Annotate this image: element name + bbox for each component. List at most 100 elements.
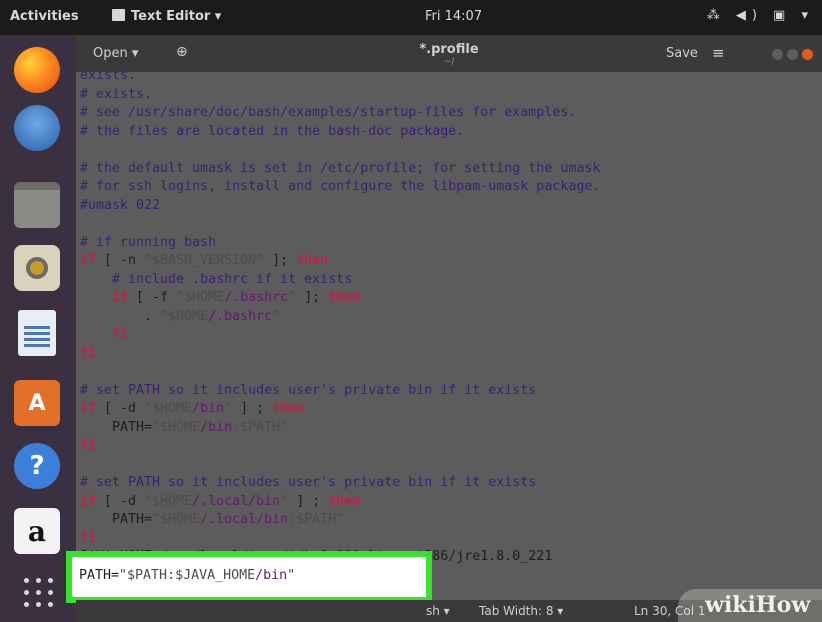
code-token: # see /usr/share/doc/bash/examples/start…	[80, 105, 577, 120]
code-token: then	[272, 401, 305, 416]
code-line[interactable]: # if running bash	[80, 234, 216, 252]
watermark-text: wikiHow	[705, 592, 811, 618]
code-token: "	[280, 493, 289, 509]
code-token: then	[296, 253, 329, 268]
code-line[interactable]: # the default umask is set in /etc/profi…	[80, 160, 600, 178]
code-line[interactable]: # see /usr/share/doc/bash/examples/start…	[80, 104, 576, 122]
watermark: wikiHow	[678, 589, 822, 622]
code-token: /.local/bin	[192, 493, 281, 509]
code-token: [ -f	[128, 290, 177, 305]
code-line[interactable]: # for ssh logins, install and configure …	[80, 178, 600, 196]
code-line[interactable]: # set PATH so it includes user's private…	[80, 474, 536, 492]
code-line[interactable]: fi	[80, 530, 96, 548]
language-selector[interactable]: sh ▾	[426, 604, 450, 618]
code-line[interactable]: if [ -d "$HOME/bin" ] ; then	[80, 400, 304, 418]
code-token: :$PATH"	[232, 419, 289, 435]
code-token: # set PATH so it includes user's private…	[80, 382, 537, 398]
thunderbird-icon[interactable]	[14, 105, 60, 151]
code-token: .	[80, 308, 161, 324]
code-token: # the default umask is set in /etc/profi…	[80, 160, 601, 176]
highlighted-line-box: PATH="$PATH:$JAVA_HOME/bin"	[66, 551, 432, 603]
code-line[interactable]: if [ -n "$BASH_VERSION" ]; then	[80, 252, 328, 270]
text-editor-icon	[112, 9, 125, 21]
code-line[interactable]: #umask 022	[80, 197, 160, 215]
app-menu[interactable]: Text Editor ▾	[112, 9, 221, 24]
code-token: /.bashrc	[224, 290, 289, 305]
close-button[interactable]	[802, 49, 813, 60]
code-token: fi	[80, 438, 97, 453]
rhythmbox-icon[interactable]	[14, 245, 60, 291]
code-token: /.bashrc	[208, 308, 273, 324]
code-line[interactable]: exists.	[80, 72, 136, 85]
code-token: "$PATH:$JAVA_HOME	[119, 568, 256, 583]
code-line[interactable]: fi	[80, 345, 96, 363]
code-line[interactable]: if [ -d "$HOME/.local/bin" ] ; then	[80, 493, 360, 511]
code-token: "	[272, 308, 281, 324]
editor-header: Open ▾ ⊕ *.profile ~/ Save ≡	[76, 35, 822, 72]
code-token: # exists.	[80, 86, 153, 102]
tab-width-selector[interactable]: Tab Width: 8 ▾	[479, 604, 563, 618]
code-token: "	[224, 401, 233, 416]
code-token: :$PATH"	[288, 512, 345, 527]
code-token: /.local/bin	[200, 512, 289, 527]
code-token: "$HOME	[152, 512, 201, 527]
code-line[interactable]: fi	[80, 326, 128, 344]
code-token: PATH=	[80, 419, 153, 435]
system-tray[interactable]: ⁂ ◀) ▣ ▾	[707, 8, 814, 23]
code-line[interactable]: if [ -f "$HOME/.bashrc" ]; then	[80, 289, 360, 307]
code-token: if	[80, 253, 97, 268]
code-line[interactable]: # exists.	[80, 86, 152, 104]
code-token: ] ;	[232, 401, 273, 416]
code-token: /bin	[192, 401, 225, 416]
code-line[interactable]: # include .bashrc if it exists	[80, 271, 352, 289]
code-token: # the files are located in the bash-doc …	[80, 123, 465, 139]
writer-icon[interactable]	[18, 310, 56, 356]
code-line-highlighted[interactable]: PATH="$PATH:$JAVA_HOME/bin"	[79, 567, 295, 585]
code-token: #umask 022	[80, 197, 161, 213]
save-button[interactable]: Save	[666, 46, 698, 61]
text-area[interactable]: exists. # exists. # see /usr/share/doc/bas…	[76, 72, 822, 600]
minimize-button[interactable]	[772, 49, 783, 60]
code-token: fi	[80, 345, 97, 361]
clock[interactable]: Fri 14:07	[425, 9, 482, 24]
code-token: ] ;	[288, 493, 329, 509]
firefox-icon[interactable]	[14, 47, 60, 93]
top-bar: Activities Text Editor ▾ Fri 14:07 ⁂ ◀) …	[0, 0, 822, 35]
code-token: PATH=	[79, 568, 120, 583]
maximize-button[interactable]	[787, 49, 798, 60]
code-token: "$HOME	[160, 308, 209, 324]
show-applications-icon[interactable]	[24, 578, 54, 608]
activities-button[interactable]: Activities	[10, 9, 79, 24]
amazon-icon[interactable]: a	[14, 508, 60, 554]
code-line[interactable]: PATH="$HOME/bin:$PATH"	[80, 419, 288, 437]
code-token: [ -d	[96, 493, 145, 509]
code-line[interactable]: . "$HOME/.bashrc"	[80, 308, 280, 326]
dock: A ? a	[0, 35, 76, 622]
document-title: *.profile	[419, 42, 479, 57]
code-token: # if running bash	[80, 234, 217, 250]
software-center-icon[interactable]: A	[14, 380, 60, 426]
hamburger-menu-icon[interactable]: ≡	[712, 44, 725, 62]
code-token: [ -d	[96, 401, 145, 416]
code-token: /bin	[255, 568, 288, 583]
code-token: /bin	[200, 419, 233, 435]
document-path: ~/	[443, 57, 455, 67]
code-token: "$HOME	[152, 419, 201, 435]
code-token: exists.	[80, 72, 137, 83]
code-line[interactable]: PATH="$HOME/.local/bin:$PATH"	[80, 511, 344, 529]
code-line[interactable]: # the files are located in the bash-doc …	[80, 123, 464, 141]
files-icon[interactable]	[14, 182, 60, 228]
code-token: "$HOME	[176, 290, 225, 305]
code-token: "$HOME	[144, 493, 193, 509]
code-token: [ -n	[96, 253, 145, 268]
code-token: "	[288, 290, 297, 305]
code-line[interactable]: fi	[80, 437, 96, 455]
code-line[interactable]: # set PATH so it includes user's private…	[80, 382, 536, 400]
app-menu-label: Text Editor ▾	[131, 9, 222, 24]
code-token: # include .bashrc if it exists	[80, 271, 353, 287]
code-token: if	[80, 401, 97, 416]
code-token: # for ssh logins, install and configure …	[80, 179, 601, 194]
help-icon[interactable]: ?	[14, 443, 60, 489]
code-token: fi	[80, 530, 97, 546]
